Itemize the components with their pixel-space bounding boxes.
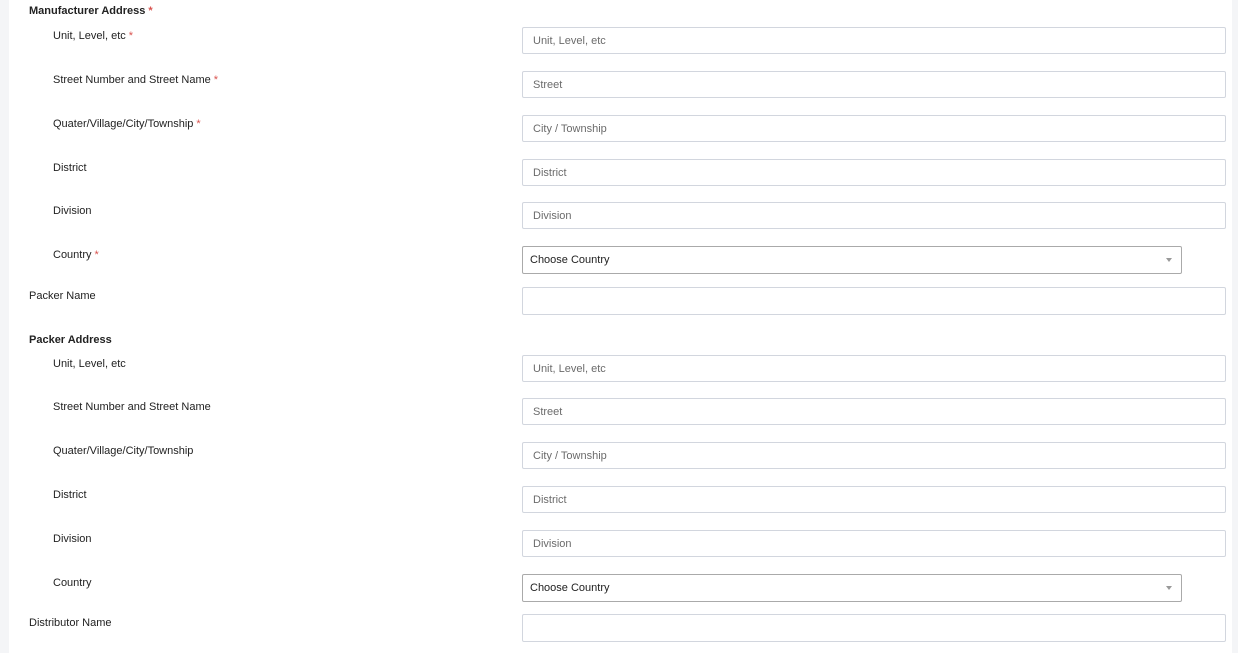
required-asterisk: *	[213, 74, 219, 86]
manufacturer-city-label: Quater/Village/City/Township *	[53, 117, 201, 131]
packer-city-label: Quater/Village/City/Township	[53, 445, 194, 457]
packer-country-select[interactable]: Choose Country	[522, 574, 1182, 602]
caret-down-icon	[1166, 258, 1172, 262]
manufacturer-district-label: District	[53, 162, 87, 174]
packer-district-input[interactable]	[522, 486, 1226, 513]
packer-name-input[interactable]	[522, 287, 1226, 315]
manufacturer-unit-label: Unit, Level, etc *	[53, 29, 133, 43]
packer-division-label: Division	[53, 533, 92, 545]
packer-unit-input[interactable]	[522, 355, 1226, 382]
packer-district-label: District	[53, 489, 87, 501]
required-asterisk: *	[148, 5, 153, 17]
right-panel-edge	[1232, 0, 1238, 653]
caret-down-icon	[1166, 586, 1172, 590]
manufacturer-street-label: Street Number and Street Name *	[53, 73, 218, 87]
packer-name-label: Packer Name	[29, 290, 96, 302]
packer-street-input[interactable]	[522, 398, 1226, 425]
required-asterisk: *	[94, 249, 99, 261]
manufacturer-unit-input[interactable]	[522, 27, 1226, 54]
packer-country-selected: Choose Country	[530, 582, 610, 594]
manufacturer-street-input[interactable]	[522, 71, 1226, 98]
manufacturer-division-input[interactable]	[522, 202, 1226, 229]
manufacturer-city-input[interactable]	[522, 115, 1226, 142]
packer-unit-label: Unit, Level, etc	[53, 358, 126, 370]
manufacturer-country-label-text: Country	[53, 249, 92, 261]
manufacturer-country-selected: Choose Country	[530, 254, 610, 266]
manufacturer-country-label: Country *	[53, 248, 99, 262]
required-asterisk: *	[196, 118, 201, 130]
distributor-name-label: Distributor Name	[29, 617, 112, 629]
packer-address-title: Packer Address	[29, 334, 112, 346]
manufacturer-address-title: Manufacturer Address	[29, 5, 146, 17]
form-page: Manufacturer Address * Unit, Level, etc * …	[0, 0, 1238, 653]
packer-street-label: Street Number and Street Name	[53, 401, 211, 413]
manufacturer-address-heading: Manufacturer Address *	[29, 4, 153, 18]
left-panel-edge	[0, 0, 9, 653]
manufacturer-unit-label-text: Unit, Level, etc	[53, 30, 126, 42]
manufacturer-division-label: Division	[53, 205, 92, 217]
manufacturer-country-select[interactable]: Choose Country	[522, 246, 1182, 274]
packer-country-label: Country	[53, 577, 92, 589]
required-asterisk: *	[128, 30, 134, 42]
manufacturer-city-label-text: Quater/Village/City/Township	[53, 118, 194, 130]
packer-division-input[interactable]	[522, 530, 1226, 557]
distributor-name-input[interactable]	[522, 614, 1226, 642]
manufacturer-street-label-text: Street Number and Street Name	[53, 74, 211, 86]
packer-city-input[interactable]	[522, 442, 1226, 469]
manufacturer-district-input[interactable]	[522, 159, 1226, 186]
